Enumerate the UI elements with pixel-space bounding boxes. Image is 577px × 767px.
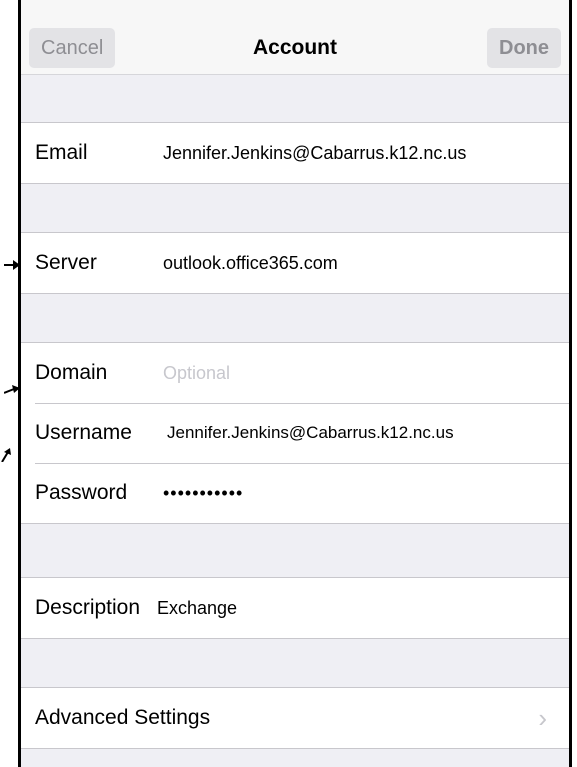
annotation-arrow-username-icon [0, 448, 14, 462]
password-row[interactable]: Password ••••••••••• [21, 463, 569, 523]
password-field[interactable]: ••••••••••• [163, 463, 243, 523]
annotation-arrow-domain-icon [4, 385, 20, 395]
server-group: Server outlook.office365.com [21, 232, 569, 294]
done-button[interactable]: Done [487, 28, 561, 68]
description-group: Description Exchange [21, 577, 569, 639]
server-field[interactable]: outlook.office365.com [163, 233, 338, 293]
password-label: Password [35, 481, 128, 504]
email-label: Email [35, 141, 88, 164]
username-label: Username [35, 421, 132, 444]
email-row[interactable]: Email Jennifer.Jenkins@Cabarrus.k12.nc.u… [21, 123, 569, 183]
username-row[interactable]: Username Jennifer.Jenkins@Cabarrus.k12.n… [21, 403, 569, 463]
domain-row[interactable]: Domain Optional [21, 343, 569, 403]
navigation-bar: Cancel Account Done [21, 8, 569, 75]
chevron-right-icon: › [538, 703, 547, 733]
description-row[interactable]: Description Exchange [21, 578, 569, 638]
email-group: Email Jennifer.Jenkins@Cabarrus.k12.nc.u… [21, 122, 569, 184]
server-row[interactable]: Server outlook.office365.com [21, 233, 569, 293]
email-field[interactable]: Jennifer.Jenkins@Cabarrus.k12.nc.us [163, 123, 466, 183]
server-label: Server [35, 251, 97, 274]
annotation-arrow-server-icon [4, 260, 20, 270]
status-bar [21, 0, 569, 8]
credentials-group: Domain Optional Username Jennifer.Jenkin… [21, 342, 569, 524]
advanced-settings-label: Advanced Settings [35, 706, 211, 729]
domain-label: Domain [35, 361, 108, 384]
advanced-group: Advanced Settings › [21, 687, 569, 749]
username-field[interactable]: Jennifer.Jenkins@Cabarrus.k12.nc.us [167, 403, 454, 463]
phone-screen: Cancel Account Done Email Jennifer.Jenki… [18, 0, 572, 767]
description-label: Description [35, 596, 141, 619]
description-field[interactable]: Exchange [157, 578, 237, 638]
domain-field[interactable]: Optional [163, 343, 230, 403]
advanced-settings-row[interactable]: Advanced Settings › [21, 688, 569, 748]
